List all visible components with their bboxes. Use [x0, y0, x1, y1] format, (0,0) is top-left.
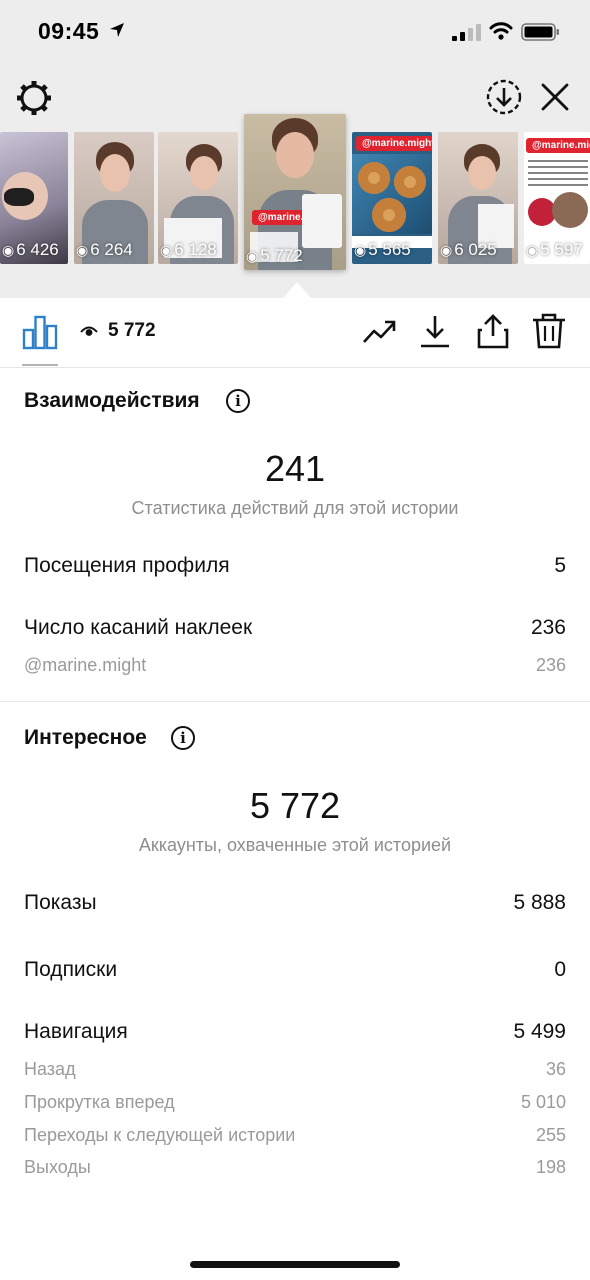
discovery-title: Интересное	[24, 726, 147, 749]
impressions-value: 5 888	[513, 891, 566, 914]
follows-label: Подписки	[24, 958, 118, 981]
discovery-info-icon[interactable]: i	[171, 726, 195, 750]
thumbnail-views: ◉ 6 128	[160, 240, 217, 259]
exits-value: 198	[535, 1157, 566, 1177]
eye-icon	[80, 326, 98, 336]
eye-icon: ◉	[526, 241, 539, 258]
exits-label: Выходы	[24, 1157, 91, 1177]
forward-value: 5 010	[520, 1092, 566, 1112]
selected-story-pointer	[283, 282, 311, 298]
active-tab-indicator	[22, 364, 58, 366]
story-thumbnail[interactable]: ◉ 6 128	[158, 132, 238, 264]
story-thumbnail[interactable]: @marine.might ◉5 597	[524, 132, 590, 264]
stats-bar-chart-icon[interactable]	[22, 314, 58, 350]
profile-visits-value: 5	[554, 554, 566, 577]
discovery-total: 5 772	[249, 785, 341, 826]
thumbnail-views: ◉ 5 772	[246, 246, 303, 265]
download-icon[interactable]	[416, 312, 454, 350]
share-icon[interactable]	[474, 312, 512, 350]
home-indicator[interactable]	[190, 1261, 400, 1268]
sticker-taps-label: Число касаний наклеек	[24, 616, 253, 639]
thumbnail-views: ◉ 5 565	[354, 240, 411, 259]
navigation-label: Навигация	[24, 1020, 128, 1043]
next-story-label: Переходы к следующей истории	[24, 1125, 296, 1145]
interactions-caption: Статистика действий для этой истории	[131, 498, 459, 518]
eye-icon: ◉	[354, 241, 367, 258]
close-icon[interactable]	[538, 80, 572, 114]
signal-icon	[452, 24, 481, 41]
eye-icon: ◉	[2, 241, 15, 258]
interactions-info-icon[interactable]: i	[226, 389, 250, 413]
thumbnail-views: ◉ 6 264	[76, 240, 133, 259]
navigation-value: 5 499	[513, 1020, 566, 1043]
location-arrow-icon	[110, 23, 124, 37]
impressions-label: Показы	[24, 891, 97, 914]
back-label: Назад	[24, 1059, 76, 1079]
thumbnail-views: ◉ 6 025	[440, 240, 497, 259]
thumbnail-views: ◉ 6 426	[2, 240, 59, 259]
trash-icon[interactable]	[530, 312, 568, 350]
interactions-title: Взаимодействия	[24, 389, 200, 412]
back-value: 36	[545, 1059, 566, 1079]
story-thumbnail[interactable]: ◉ 6 426	[0, 132, 68, 264]
battery-icon	[521, 23, 559, 41]
story-thumbnail-selected[interactable]: @marine.might ◉ 5 772	[244, 114, 346, 270]
sticker-mention-value: 236	[535, 655, 566, 675]
story-thumbnail[interactable]: ◉ 6 025	[438, 132, 518, 264]
reach-count: 5 772	[108, 320, 156, 341]
mention-sticker: @marine.might	[526, 138, 590, 153]
promote-trend-icon[interactable]	[360, 312, 398, 350]
interactions-total: 241	[264, 448, 326, 489]
eye-icon: ◉	[160, 241, 173, 258]
eye-icon: ◉	[246, 247, 259, 264]
wifi-icon	[489, 22, 513, 40]
forward-label: Прокрутка вперед	[24, 1092, 175, 1112]
story-thumbnail[interactable]: @marine.might ◉ 5 565	[352, 132, 432, 264]
sticker-taps-value: 236	[530, 616, 566, 639]
thumbnail-views: ◉ 5 597	[526, 240, 583, 259]
sticker-mention-label: @marine.might	[24, 655, 147, 675]
status-time: 09:45	[38, 18, 100, 44]
discovery-caption: Аккаунты, охваченные этой историей	[138, 835, 452, 855]
status-bar: 09:45	[0, 0, 590, 64]
section-divider	[0, 701, 590, 702]
eye-icon: ◉	[76, 241, 89, 258]
next-story-value: 255	[535, 1125, 566, 1145]
follows-value: 0	[554, 958, 566, 981]
eye-icon: ◉	[440, 241, 453, 258]
mention-sticker: @marine.might	[356, 136, 432, 151]
profile-visits-label: Посещения профиля	[24, 554, 230, 577]
story-thumbnail[interactable]: ◉ 6 264	[74, 132, 154, 264]
settings-gear-icon[interactable]	[14, 78, 54, 118]
save-story-download-icon[interactable]	[485, 78, 523, 116]
story-thumbnails-strip: ◉ 6 426 ◉ 6 264 ◉ 6 128 @marine.might ◉ 5 77…	[0, 114, 590, 274]
